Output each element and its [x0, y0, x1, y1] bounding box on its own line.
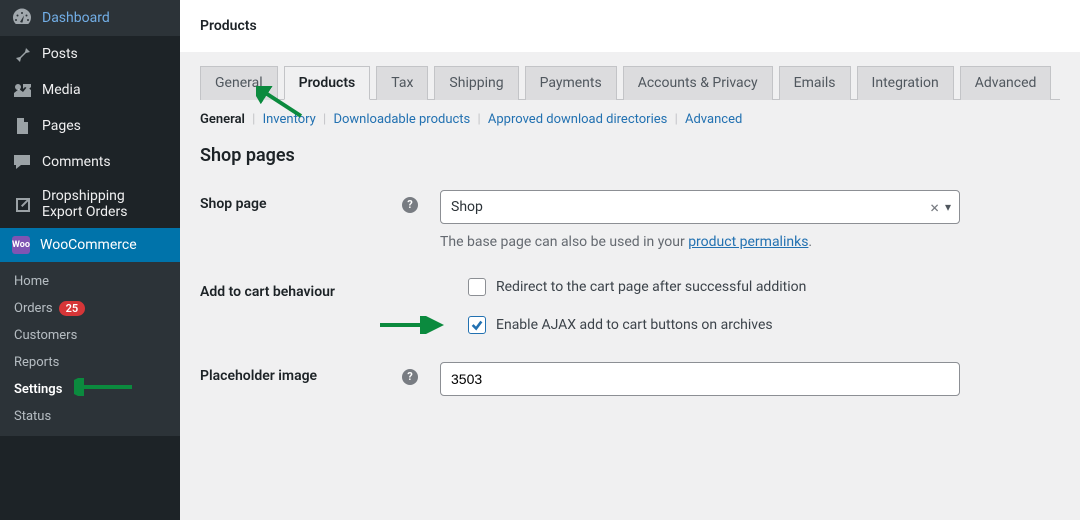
sidebar-label: Dropshipping Export Orders — [42, 188, 168, 220]
sidebar-item-comments[interactable]: Comments — [0, 144, 180, 180]
woocommerce-icon: Woo — [12, 236, 30, 254]
help-icon[interactable]: ? — [402, 369, 418, 385]
clear-icon[interactable]: × — [924, 198, 945, 217]
tab-products[interactable]: Products — [284, 66, 371, 100]
subtab-inventory[interactable]: Inventory — [263, 112, 316, 127]
section-heading: Shop pages — [200, 145, 1060, 166]
tab-shipping[interactable]: Shipping — [434, 66, 518, 100]
comment-icon — [12, 152, 32, 172]
help-icon[interactable]: ? — [402, 197, 418, 213]
help-text: The base page can also be used in your p… — [440, 234, 960, 250]
tab-accounts[interactable]: Accounts & Privacy — [623, 66, 773, 100]
row-shop-page: Shop page? Shop × ▾ The base page can al… — [200, 190, 1060, 250]
submenu-customers[interactable]: Customers — [0, 322, 180, 349]
gauge-icon — [12, 8, 32, 28]
sidebar-label: WooCommerce — [40, 237, 137, 253]
page-icon — [12, 116, 32, 136]
content-area: Products General Products Tax Shipping P… — [180, 0, 1080, 520]
annotation-arrow-icon — [378, 316, 448, 334]
sidebar-item-pages[interactable]: Pages — [0, 108, 180, 144]
media-icon — [12, 80, 32, 100]
settings-subtabs: General | Inventory | Downloadable produ… — [200, 112, 1060, 127]
tab-integration[interactable]: Integration — [857, 66, 954, 100]
sidebar-item-dropshipping[interactable]: Dropshipping Export Orders — [0, 180, 180, 228]
sidebar-item-media[interactable]: Media — [0, 72, 180, 108]
submenu-orders[interactable]: Orders25 — [0, 295, 180, 322]
submenu-status[interactable]: Status — [0, 403, 180, 430]
pin-icon — [12, 44, 32, 64]
sidebar-label: Media — [42, 82, 81, 98]
tab-payments[interactable]: Payments — [525, 66, 617, 100]
subtab-advanced[interactable]: Advanced — [685, 112, 742, 127]
tab-general[interactable]: General — [200, 66, 278, 100]
annotation-arrow-icon — [74, 378, 134, 396]
shop-page-select[interactable]: Shop × ▾ — [440, 190, 960, 224]
sidebar-label: Dashboard — [42, 10, 110, 26]
orders-badge: 25 — [59, 301, 86, 316]
subtab-downloadable[interactable]: Downloadable products — [333, 112, 470, 127]
row-placeholder: Placeholder image? — [200, 362, 1060, 396]
sidebar-item-woocommerce[interactable]: Woo WooCommerce — [0, 228, 180, 262]
row-add-to-cart: Add to cart behaviour Redirect to the ca… — [200, 278, 1060, 334]
ajax-label: Enable AJAX add to cart buttons on archi… — [496, 317, 773, 333]
sidebar-item-dashboard[interactable]: Dashboard — [0, 0, 180, 36]
sidebar-label: Comments — [42, 154, 111, 170]
page-title: Products — [180, 0, 1080, 52]
sidebar-label: Pages — [42, 118, 81, 134]
sidebar-item-posts[interactable]: Posts — [0, 36, 180, 72]
subtab-approved[interactable]: Approved download directories — [488, 112, 667, 127]
select-value: Shop — [451, 199, 924, 215]
admin-sidebar: Dashboard Posts Media Pages Comments Dro… — [0, 0, 180, 520]
tab-tax[interactable]: Tax — [376, 66, 428, 100]
redirect-checkbox[interactable] — [468, 278, 486, 296]
product-permalinks-link[interactable]: product permalinks — [688, 234, 808, 250]
redirect-label: Redirect to the cart page after successf… — [496, 279, 806, 295]
submenu-home[interactable]: Home — [0, 268, 180, 295]
settings-tabs: General Products Tax Shipping Payments A… — [200, 66, 1060, 100]
sidebar-submenu: Home Orders25 Customers Reports Settings… — [0, 262, 180, 436]
submenu-settings[interactable]: Settings — [0, 376, 180, 403]
sidebar-label: Posts — [42, 46, 78, 62]
ajax-checkbox[interactable] — [468, 316, 486, 334]
placeholder-image-input[interactable] — [440, 362, 960, 396]
submenu-reports[interactable]: Reports — [0, 349, 180, 376]
tab-advanced[interactable]: Advanced — [960, 66, 1052, 100]
chevron-down-icon: ▾ — [945, 200, 951, 214]
export-icon — [12, 194, 32, 214]
subtab-general[interactable]: General — [200, 112, 245, 127]
tab-emails[interactable]: Emails — [779, 66, 851, 100]
